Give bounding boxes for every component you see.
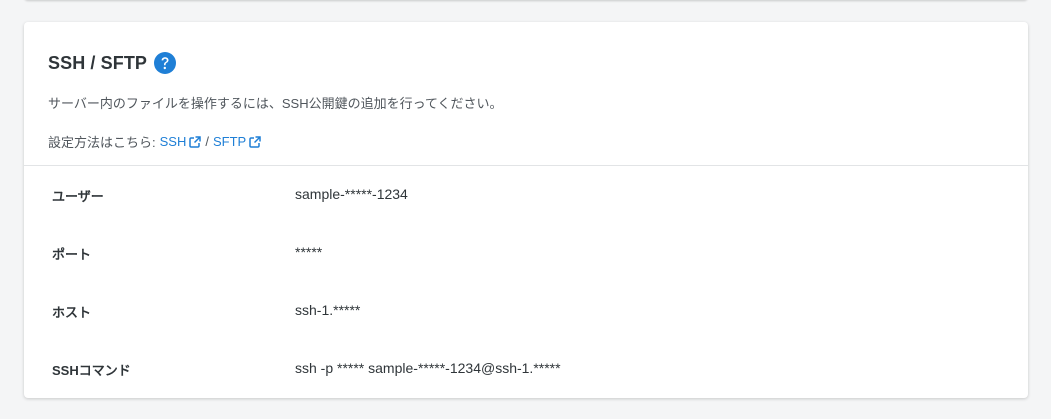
row-host: ホスト ssh-1.***** <box>24 282 1028 340</box>
host-value: ssh-1.***** <box>295 302 361 318</box>
port-label: ポート <box>52 247 92 262</box>
section-description: サーバー内のファイルを操作するには、SSH公開鍵の追加を行ってください。 <box>48 96 503 111</box>
user-value: sample-*****-1234 <box>295 186 408 202</box>
link-separator: / <box>205 134 209 149</box>
setup-prefix: 設定方法はこちら: <box>48 135 156 150</box>
row-ssh-command: SSHコマンド ssh -p ***** sample-*****-1234@s… <box>24 340 1028 398</box>
setup-links-row: 設定方法はこちら: SSH / SFTP <box>48 132 261 151</box>
question-circle-icon[interactable] <box>154 52 177 74</box>
ssh-sftp-card: SSH / SFTP サーバー内のファイルを操作するには、SSH公開鍵の追加を行… <box>24 22 1028 398</box>
card-header: SSH / SFTP サーバー内のファイルを操作するには、SSH公開鍵の追加を行… <box>24 22 1028 166</box>
ssh-command-value: ssh -p ***** sample-*****-1234@ssh-1.***… <box>295 360 561 376</box>
title-row: SSH / SFTP <box>48 52 177 74</box>
sftp-link-label: SFTP <box>212 134 247 149</box>
ssh-setup-link[interactable]: SSH <box>160 134 202 149</box>
row-port: ポート ***** <box>24 224 1028 282</box>
user-label: ユーザー <box>52 189 104 204</box>
port-value: ***** <box>295 244 323 260</box>
row-user: ユーザー sample-*****-1234 <box>24 166 1028 224</box>
sftp-setup-link[interactable]: SFTP <box>213 134 261 149</box>
ssh-command-label: SSHコマンド <box>52 363 131 378</box>
ssh-link-label: SSH <box>159 134 187 149</box>
external-link-icon <box>189 135 202 148</box>
external-link-icon <box>249 135 261 148</box>
page-title: SSH / SFTP <box>48 52 148 73</box>
host-label: ホスト <box>52 305 92 320</box>
